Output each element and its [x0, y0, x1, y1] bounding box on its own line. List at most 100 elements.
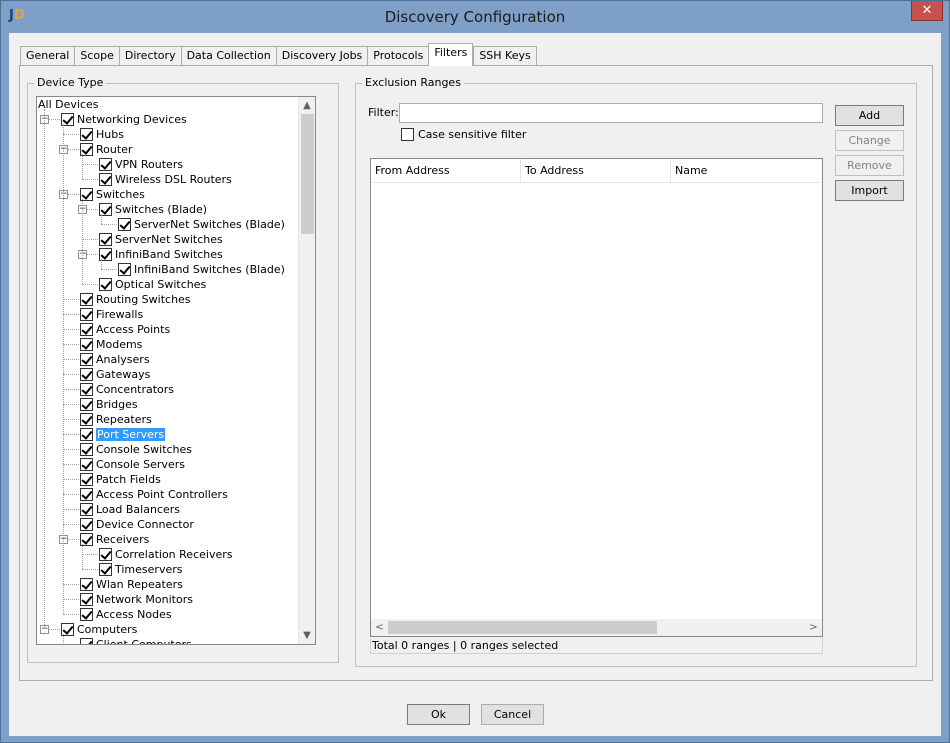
- tree-item-modems[interactable]: Modems: [80, 337, 142, 352]
- tree-item-checkbox[interactable]: [99, 233, 112, 246]
- tree-item-vpn-routers[interactable]: VPN Routers: [99, 157, 183, 172]
- tab-discovery-jobs[interactable]: Discovery Jobs: [275, 46, 368, 66]
- tree-item-checkbox[interactable]: [80, 338, 93, 351]
- tree-item-analysers[interactable]: Analysers: [80, 352, 150, 367]
- title-bar[interactable]: JD Discovery Configuration ✕: [1, 1, 949, 33]
- tree-item-checkbox[interactable]: [99, 548, 112, 561]
- add-button[interactable]: Add: [835, 105, 904, 126]
- scroll-left-arrow-icon[interactable]: <: [371, 619, 388, 636]
- tree-item-client-computers[interactable]: Client Computers: [80, 637, 192, 644]
- tree-item-console-switches[interactable]: Console Switches: [80, 442, 192, 457]
- tree-item-switches-blade[interactable]: Switches (Blade): [99, 202, 207, 217]
- remove-button[interactable]: Remove: [835, 155, 904, 176]
- tree-item-checkbox[interactable]: [80, 428, 93, 441]
- scroll-thumb[interactable]: [301, 114, 314, 234]
- tree-item-concentrators[interactable]: Concentrators: [80, 382, 174, 397]
- tree-item-checkbox[interactable]: [80, 308, 93, 321]
- change-button[interactable]: Change: [835, 130, 904, 151]
- tab-filters[interactable]: Filters: [428, 43, 474, 66]
- tab-data-collection[interactable]: Data Collection: [180, 46, 276, 66]
- scroll-right-arrow-icon[interactable]: >: [805, 619, 822, 636]
- tree-item-servernet-switches[interactable]: ServerNet Switches: [99, 232, 223, 247]
- tree-item-hubs[interactable]: Hubs: [80, 127, 124, 142]
- filter-input[interactable]: [399, 103, 823, 123]
- tree-item-checkbox[interactable]: [80, 638, 93, 644]
- case-sensitive-row[interactable]: Case sensitive filter: [401, 128, 526, 141]
- tree-item-wlan-repeaters[interactable]: Wlan Repeaters: [80, 577, 183, 592]
- tree-item-checkbox[interactable]: [80, 398, 93, 411]
- tree-item-optical-switches[interactable]: Optical Switches: [99, 277, 206, 292]
- tree-item-port-servers[interactable]: Port Servers: [80, 427, 166, 442]
- column-header-to-address[interactable]: To Address: [521, 159, 671, 183]
- tree-item-checkbox[interactable]: [80, 368, 93, 381]
- tree-item-checkbox[interactable]: [80, 383, 93, 396]
- tree-item-access-point-controllers[interactable]: Access Point Controllers: [80, 487, 228, 502]
- tab-ssh-keys[interactable]: SSH Keys: [473, 46, 537, 66]
- import-button[interactable]: Import: [835, 180, 904, 201]
- tree-item-checkbox[interactable]: [99, 278, 112, 291]
- tree-vertical-scrollbar[interactable]: ▲ ▼: [298, 97, 315, 644]
- tree-item-device-connector[interactable]: Device Connector: [80, 517, 194, 532]
- tree-item-bridges[interactable]: Bridges: [80, 397, 138, 412]
- case-sensitive-checkbox[interactable]: [401, 128, 414, 141]
- cancel-button[interactable]: Cancel: [481, 704, 544, 725]
- tree-item-checkbox[interactable]: [80, 503, 93, 516]
- tree-item-wireless-dsl-routers[interactable]: Wireless DSL Routers: [99, 172, 232, 187]
- tree-item-infiniband-switches[interactable]: InfiniBand Switches: [99, 247, 223, 262]
- tree-item-timeservers[interactable]: Timeservers: [99, 562, 182, 577]
- tree-item-checkbox[interactable]: [80, 413, 93, 426]
- tree-item-checkbox[interactable]: [80, 353, 93, 366]
- tree-item-checkbox[interactable]: [80, 488, 93, 501]
- tree-item-networking-devices[interactable]: Networking Devices: [61, 112, 187, 127]
- tree-item-checkbox[interactable]: [80, 458, 93, 471]
- tree-item-checkbox[interactable]: [118, 218, 131, 231]
- tree-item-router[interactable]: Router: [80, 142, 132, 157]
- tree-item-checkbox[interactable]: [80, 608, 93, 621]
- tree-item-checkbox[interactable]: [80, 323, 93, 336]
- tree-item-firewalls[interactable]: Firewalls: [80, 307, 143, 322]
- tree-item-checkbox[interactable]: [80, 578, 93, 591]
- tree-item-console-servers[interactable]: Console Servers: [80, 457, 185, 472]
- tree-item-access-nodes[interactable]: Access Nodes: [80, 607, 172, 622]
- horizontal-scroll-thumb[interactable]: [388, 621, 657, 634]
- column-header-from-address[interactable]: From Address: [371, 159, 521, 183]
- tree-item-computers[interactable]: Computers: [61, 622, 137, 637]
- scroll-down-arrow-icon[interactable]: ▼: [299, 627, 315, 644]
- tree-item-checkbox[interactable]: [80, 443, 93, 456]
- tree-item-receivers[interactable]: Receivers: [80, 532, 149, 547]
- tab-protocols[interactable]: Protocols: [367, 46, 429, 66]
- tab-general[interactable]: General: [20, 46, 75, 66]
- tree-item-correlation-receivers[interactable]: Correlation Receivers: [99, 547, 232, 562]
- tab-directory[interactable]: Directory: [118, 46, 181, 66]
- tree-item-all-devices[interactable]: All Devices: [38, 97, 98, 112]
- ok-button[interactable]: Ok: [407, 704, 470, 725]
- table-horizontal-scrollbar[interactable]: < >: [371, 619, 822, 636]
- tree-item-access-points[interactable]: Access Points: [80, 322, 170, 337]
- tree-item-gateways[interactable]: Gateways: [80, 367, 150, 382]
- exclusion-ranges-table[interactable]: From Address To Address Name < >: [370, 158, 823, 637]
- tree-item-servernet-switches-blade[interactable]: ServerNet Switches (Blade): [118, 217, 285, 232]
- tree-item-routing-switches[interactable]: Routing Switches: [80, 292, 191, 307]
- tree-item-checkbox[interactable]: [80, 593, 93, 606]
- tree-item-checkbox[interactable]: [80, 473, 93, 486]
- tree-item-switches[interactable]: Switches: [80, 187, 145, 202]
- tree-item-checkbox[interactable]: [80, 128, 93, 141]
- tree-item-checkbox[interactable]: [99, 173, 112, 186]
- tree-item-label: ServerNet Switches (Blade): [134, 218, 285, 231]
- tree-item-network-monitors[interactable]: Network Monitors: [80, 592, 193, 607]
- close-button[interactable]: ✕: [911, 1, 943, 21]
- tree-item-checkbox[interactable]: [118, 263, 131, 276]
- tree-item-checkbox[interactable]: [99, 563, 112, 576]
- tree-item-infiniband-switches-blade[interactable]: InfiniBand Switches (Blade): [118, 262, 285, 277]
- device-type-tree[interactable]: All Devices Networking Devices − Hubs Router…: [36, 96, 316, 645]
- tree-item-checkbox[interactable]: [99, 158, 112, 171]
- tree-item-repeaters[interactable]: Repeaters: [80, 412, 152, 427]
- tab-scope[interactable]: Scope: [74, 46, 119, 66]
- column-header-name[interactable]: Name: [671, 159, 822, 183]
- tree-item-patch-fields[interactable]: Patch Fields: [80, 472, 161, 487]
- tree-item-label: Access Point Controllers: [96, 488, 228, 501]
- scroll-up-arrow-icon[interactable]: ▲: [299, 97, 315, 114]
- tree-item-checkbox[interactable]: [80, 293, 93, 306]
- tree-item-checkbox[interactable]: [80, 518, 93, 531]
- tree-item-load-balancers[interactable]: Load Balancers: [80, 502, 180, 517]
